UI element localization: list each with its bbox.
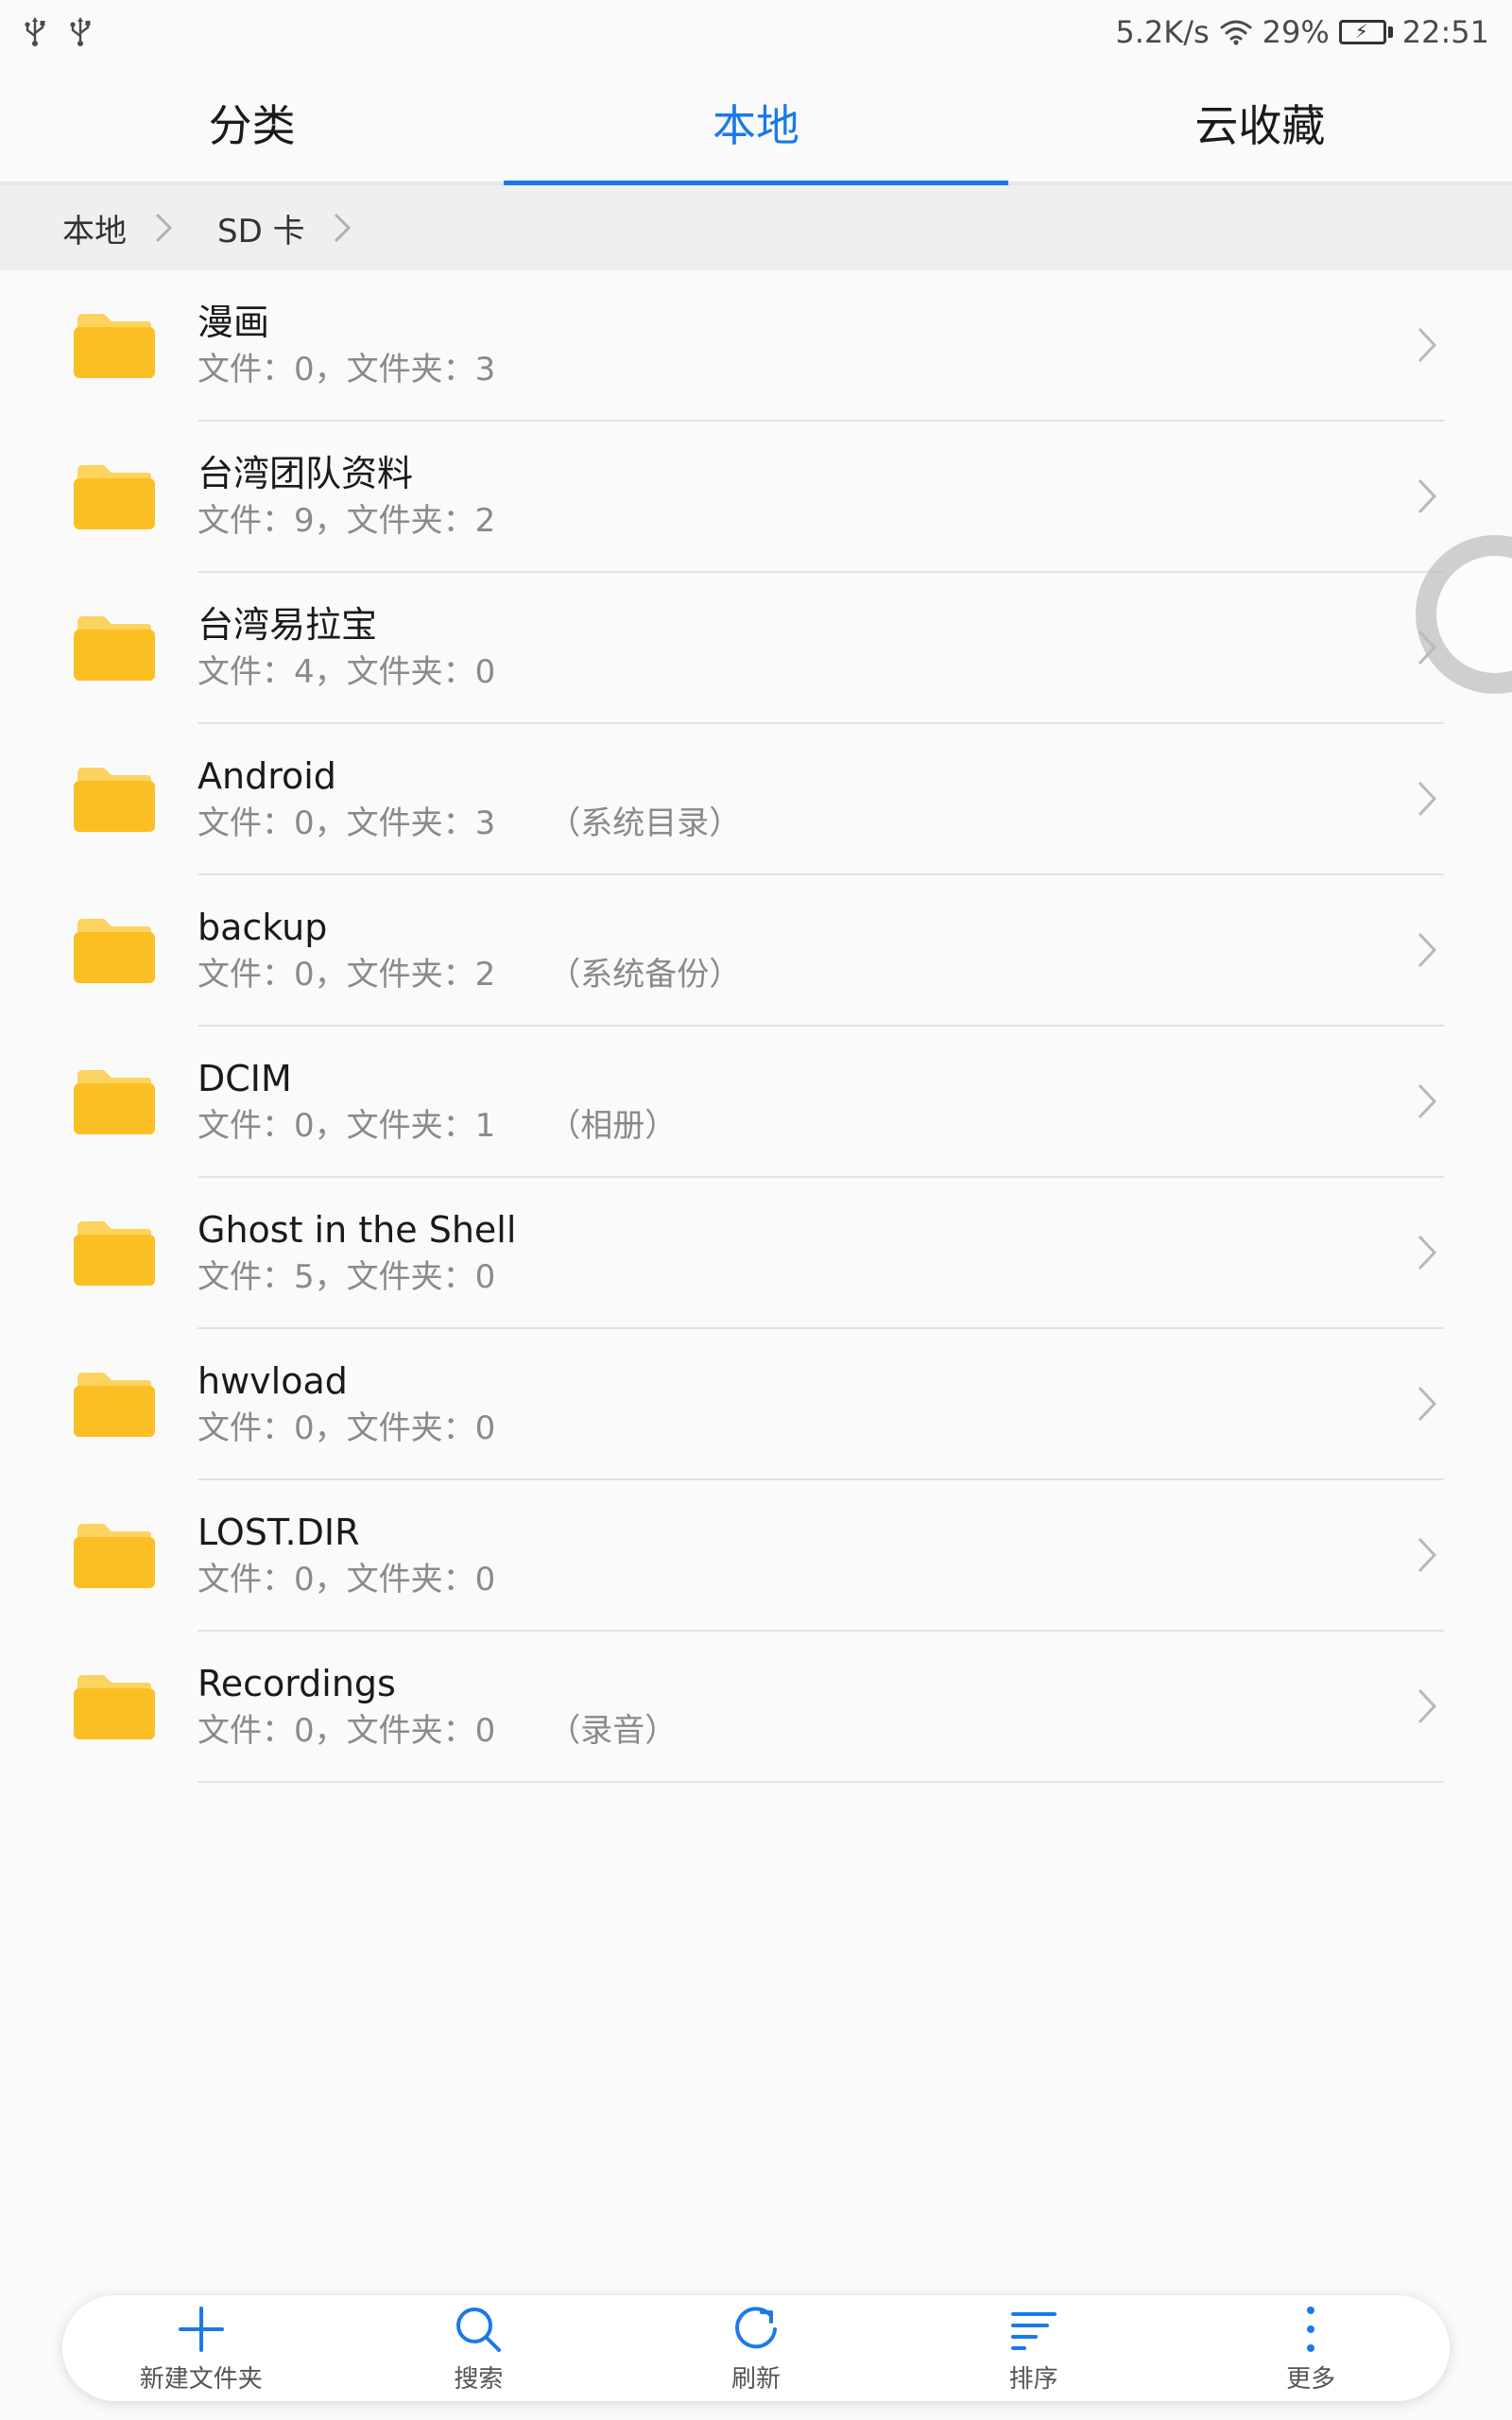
folder-icon — [74, 1369, 155, 1437]
folder-tag: （系统备份） — [548, 956, 742, 994]
chevron-right-icon — [1416, 476, 1438, 516]
sort-button[interactable]: 排序 — [895, 2295, 1173, 2401]
folder-meta: 文件：0，文件夹：3 — [198, 351, 496, 389]
folder-name: backup — [198, 907, 328, 948]
folder-meta: 文件：0，文件夹：0 — [198, 1561, 496, 1599]
chevron-right-icon — [1416, 1233, 1438, 1272]
folder-name: 漫画 — [198, 302, 270, 343]
folder-row[interactable]: backup 文件：0，文件夹：2 （系统备份） — [0, 875, 1512, 1027]
bottom-toolbar: 新建文件夹 搜索 刷新 排序 更多 — [62, 2295, 1450, 2401]
breadcrumb-label: SD 卡 — [217, 212, 305, 251]
breadcrumb-local[interactable]: 本地 — [62, 205, 217, 251]
chevron-right-icon — [1416, 1535, 1438, 1575]
divider — [198, 1781, 1444, 1783]
folder-name: Ghost in the Shell — [198, 1209, 517, 1251]
status-bar: 5.2K/s 29% ⚡ 22:51 — [0, 0, 1512, 64]
folder-meta: 文件：9，文件夹：2 — [198, 502, 496, 540]
folder-row[interactable]: DCIM 文件：0，文件夹：1 （相册） — [0, 1027, 1512, 1178]
chevron-right-icon — [1416, 779, 1438, 819]
chevron-right-icon — [305, 211, 396, 245]
file-list: 漫画 文件：0，文件夹：3 台湾团队资料 文件：9，文件夹：2 台湾易拉宝 文件：4，文件… — [0, 270, 1512, 1783]
new-folder-button[interactable]: 新建文件夹 — [62, 2295, 340, 2401]
refresh-label: 刷新 — [730, 2364, 781, 2394]
sort-icon — [1010, 2311, 1057, 2350]
chevron-right-icon — [1416, 325, 1438, 365]
folder-row[interactable]: 漫画文件：0，文件夹：3 — [0, 270, 1512, 422]
folder-icon — [74, 915, 155, 983]
tab-cloud-favorites[interactable]: 云收藏 — [1008, 64, 1512, 182]
folder-row[interactable]: 台湾易拉宝文件：4，文件夹：0 — [0, 573, 1512, 724]
more-vertical-icon — [1307, 2306, 1315, 2352]
battery-icon: ⚡ — [1338, 20, 1393, 44]
folder-name: Android — [198, 755, 336, 797]
folder-name: hwvload — [198, 1360, 348, 1402]
refresh-icon — [735, 2306, 777, 2348]
folder-icon — [74, 310, 155, 378]
wifi-icon — [1219, 18, 1253, 46]
network-speed: 5.2K/s — [1115, 14, 1210, 50]
chevron-right-icon — [1416, 1081, 1438, 1121]
folder-tag: （录音） — [548, 1712, 678, 1750]
tab-category[interactable]: 分类 — [0, 64, 504, 182]
clock: 22:51 — [1401, 14, 1489, 50]
folder-tag: （系统目录） — [548, 804, 742, 842]
folder-meta: 文件：0，文件夹：3 — [198, 804, 496, 842]
folder-icon — [74, 764, 155, 832]
folder-row[interactable]: hwvload 文件：0，文件夹：0 — [0, 1329, 1512, 1480]
folder-icon — [74, 1066, 155, 1134]
folder-icon — [74, 1520, 155, 1588]
search-button[interactable]: 搜索 — [340, 2295, 618, 2401]
breadcrumb-sd-card[interactable]: SD 卡 — [217, 205, 396, 251]
more-button[interactable]: 更多 — [1172, 2295, 1450, 2401]
chevron-right-icon — [1416, 1384, 1438, 1424]
breadcrumb-label: 本地 — [62, 212, 127, 251]
folder-name: 台湾团队资料 — [198, 453, 414, 494]
sort-label: 排序 — [1008, 2364, 1058, 2394]
folder-name: Recordings — [198, 1663, 396, 1704]
file-manager-screen: 5.2K/s 29% ⚡ 22:51 分类 本地 云收藏 本地 SD 卡 漫画 … — [0, 0, 1512, 2420]
folder-row[interactable]: Recordings 文件：0，文件夹：0 （录音） — [0, 1632, 1512, 1783]
folder-name: 台湾易拉宝 — [198, 604, 378, 646]
more-label: 更多 — [1286, 2364, 1336, 2394]
folder-meta: 文件：0，文件夹：0 — [198, 1712, 496, 1750]
plus-icon — [178, 2306, 224, 2352]
folder-name: LOST.DIR — [198, 1512, 360, 1553]
usb-icon — [23, 17, 47, 47]
chevron-right-icon — [1416, 1686, 1438, 1726]
folder-meta: 文件：0，文件夹：2 — [198, 956, 496, 994]
battery-percent: 29% — [1262, 14, 1330, 50]
tab-bar: 分类 本地 云收藏 — [0, 64, 1512, 185]
folder-row[interactable]: Ghost in the Shell 文件：5，文件夹：0 — [0, 1178, 1512, 1329]
folder-row[interactable]: LOST.DIR 文件：0，文件夹：0 — [0, 1480, 1512, 1632]
folder-name: DCIM — [198, 1058, 292, 1099]
folder-icon — [74, 461, 155, 529]
folder-icon — [74, 1671, 155, 1739]
folder-icon — [74, 1218, 155, 1286]
folder-meta: 文件：4，文件夹：0 — [198, 653, 496, 691]
breadcrumb: 本地 SD 卡 — [0, 185, 1512, 270]
search-label: 搜索 — [454, 2364, 504, 2394]
chevron-right-icon — [127, 211, 217, 245]
usb-icon — [68, 17, 93, 47]
new-folder-label: 新建文件夹 — [139, 2364, 263, 2394]
search-icon — [456, 2307, 502, 2352]
chevron-right-icon — [1416, 930, 1438, 970]
refresh-button[interactable]: 刷新 — [617, 2295, 895, 2401]
tab-local[interactable]: 本地 — [504, 64, 1008, 185]
folder-row[interactable]: 台湾团队资料文件：9，文件夹：2 — [0, 422, 1512, 573]
folder-row[interactable]: Android 文件：0，文件夹：3 （系统目录） — [0, 724, 1512, 875]
folder-meta: 文件：0，文件夹：0 — [198, 1409, 496, 1447]
folder-icon — [74, 613, 155, 681]
folder-tag: （相册） — [548, 1107, 678, 1145]
folder-meta: 文件：5，文件夹：0 — [198, 1258, 496, 1296]
folder-meta: 文件：0，文件夹：1 — [198, 1107, 496, 1145]
